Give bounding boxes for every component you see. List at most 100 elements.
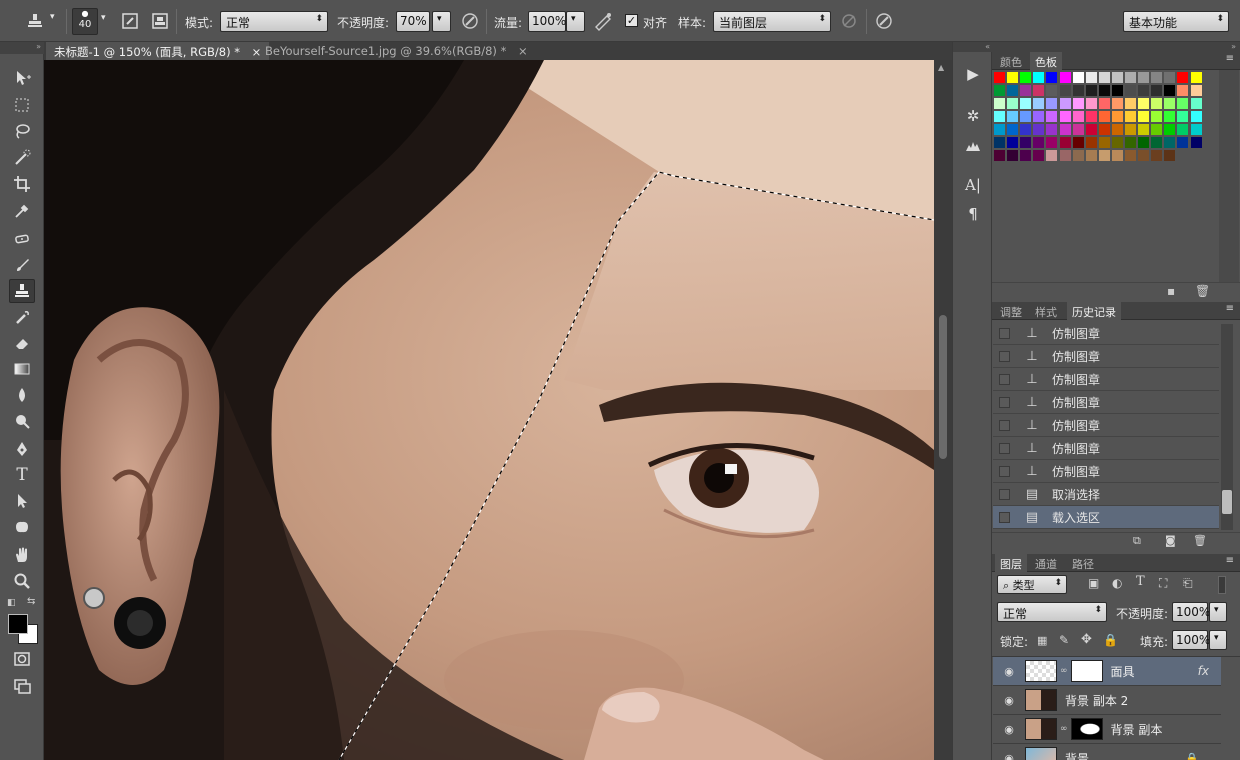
color-swatch[interactable] — [1046, 98, 1058, 109]
history-brush-source-checkbox[interactable] — [999, 511, 1010, 523]
color-swatch[interactable] — [1007, 85, 1019, 96]
color-swatch[interactable] — [1020, 150, 1032, 161]
new-snapshot-icon[interactable]: ◙ — [1165, 534, 1176, 547]
eyedropper-tool-icon[interactable] — [9, 199, 35, 223]
pen-tool-icon[interactable] — [9, 437, 35, 461]
filter-smart-object-icon[interactable]: ⎗ — [1183, 576, 1193, 591]
color-swatch[interactable] — [1190, 124, 1202, 135]
sample-select[interactable]: 当前图层 ⬍ — [713, 11, 831, 32]
crop-tool-icon[interactable] — [9, 172, 35, 196]
swap-colors-icon[interactable]: ⇆ — [27, 596, 35, 607]
layer-mask-thumbnail[interactable] — [1070, 660, 1103, 682]
color-swatch[interactable] — [1007, 111, 1019, 122]
color-swatch[interactable] — [1111, 98, 1123, 109]
color-swatch[interactable] — [1033, 111, 1045, 122]
type-tool-icon[interactable]: T — [9, 463, 35, 487]
color-swatch[interactable] — [1033, 124, 1045, 135]
default-colors-icon[interactable]: ◧ — [7, 598, 16, 608]
color-swatch[interactable] — [1138, 85, 1150, 96]
tab-styles[interactable]: 样式 — [1030, 302, 1062, 320]
color-swatch[interactable] — [1046, 85, 1058, 96]
layer-effects-icon[interactable]: fx — [1198, 664, 1209, 678]
color-swatch[interactable] — [1085, 85, 1097, 96]
color-swatch[interactable] — [1151, 72, 1163, 83]
color-swatch[interactable] — [1020, 98, 1032, 109]
delete-state-icon[interactable]: 🗑 — [1193, 534, 1207, 547]
color-swatch[interactable] — [1177, 137, 1189, 148]
clone-stamp-tool-icon[interactable] — [9, 279, 35, 303]
brush-panel-toggle-icon[interactable] — [119, 10, 141, 32]
color-swatch[interactable] — [1033, 85, 1045, 96]
color-swatch[interactable] — [1085, 137, 1097, 148]
document-tab-inactive[interactable]: BeYourself-Source1.jpg @ 39.6%(RGB/8) * … — [257, 42, 536, 60]
tab-swatches[interactable]: 色板 — [1030, 52, 1062, 70]
color-swatch[interactable] — [1046, 72, 1058, 83]
scroll-up-icon[interactable]: ▲ — [938, 63, 944, 72]
color-swatch[interactable] — [1164, 137, 1176, 148]
color-swatch[interactable] — [1020, 85, 1032, 96]
hand-tool-icon[interactable] — [9, 543, 35, 567]
color-swatch[interactable] — [1033, 150, 1045, 161]
color-swatch[interactable] — [1085, 98, 1097, 109]
color-swatch[interactable] — [994, 85, 1005, 96]
layer-row[interactable]: ◉ ∞ 面具 fx — [993, 657, 1221, 686]
color-swatch[interactable] — [1151, 111, 1163, 122]
color-swatch[interactable] — [1151, 150, 1163, 161]
history-scrollbar-thumb[interactable] — [1222, 490, 1232, 514]
color-swatch[interactable] — [1072, 111, 1084, 122]
color-swatch[interactable] — [1138, 124, 1150, 135]
mask-link-icon[interactable]: ∞ — [1060, 666, 1068, 676]
history-brush-source-checkbox[interactable] — [999, 373, 1010, 385]
color-swatch[interactable] — [1111, 72, 1123, 83]
scrollbar-thumb[interactable] — [939, 315, 947, 459]
color-swatch[interactable] — [1046, 137, 1058, 148]
color-swatch[interactable] — [1098, 150, 1110, 161]
color-swatch[interactable] — [1125, 85, 1136, 96]
dodge-tool-icon[interactable] — [9, 409, 35, 433]
color-swatch[interactable] — [1138, 150, 1150, 161]
color-swatch[interactable] — [1098, 72, 1110, 83]
color-swatch[interactable] — [1177, 98, 1189, 109]
color-swatch[interactable] — [1177, 124, 1189, 135]
ignore-adjustment-layers-icon[interactable] — [838, 10, 860, 32]
gradient-tool-icon[interactable] — [9, 357, 35, 381]
swatch-scrollbar[interactable] — [1219, 70, 1239, 282]
color-swatch[interactable] — [1072, 124, 1084, 135]
color-swatch[interactable] — [1125, 150, 1136, 161]
clone-source-icon[interactable] — [961, 134, 985, 158]
color-swatch[interactable] — [1190, 85, 1202, 96]
visibility-eye-icon[interactable]: ◉ — [1000, 723, 1018, 736]
color-swatch[interactable] — [1164, 98, 1176, 109]
layer-row[interactable]: ◉ ∞ 背景 副本 — [993, 715, 1221, 744]
panel-menu-icon[interactable]: ≡ — [1226, 53, 1234, 64]
color-swatch[interactable] — [1059, 111, 1071, 122]
layer-mask-thumbnail[interactable] — [1070, 718, 1103, 740]
color-swatch[interactable] — [1125, 72, 1136, 83]
color-swatch[interactable] — [1059, 72, 1071, 83]
mode-select[interactable]: 正常 ⬍ — [220, 11, 328, 32]
history-brush-source-checkbox[interactable] — [999, 465, 1010, 477]
move-tool-icon[interactable] — [9, 66, 35, 90]
color-swatch[interactable] — [1033, 137, 1045, 148]
color-swatch[interactable] — [994, 150, 1005, 161]
zoom-tool-icon[interactable] — [9, 569, 35, 593]
history-brush-source-checkbox[interactable] — [999, 419, 1010, 431]
brush-tool-icon[interactable] — [9, 253, 35, 277]
color-swatch[interactable] — [1033, 72, 1045, 83]
color-swatch[interactable] — [994, 124, 1005, 135]
flow-input[interactable]: 100% — [528, 11, 566, 32]
color-swatch[interactable] — [1085, 124, 1097, 135]
lock-all-icon[interactable]: 🔒 — [1103, 633, 1118, 647]
vertical-scrollbar[interactable]: ▲ — [934, 60, 952, 760]
eraser-tool-icon[interactable] — [9, 331, 35, 355]
marquee-tool-icon[interactable] — [9, 93, 35, 117]
character-panel-icon[interactable]: A| — [961, 173, 985, 197]
color-swatch[interactable] — [1098, 124, 1110, 135]
visibility-eye-icon[interactable]: ◉ — [1000, 694, 1018, 707]
color-swatch[interactable] — [994, 111, 1005, 122]
lasso-tool-icon[interactable] — [9, 119, 35, 143]
visibility-eye-icon[interactable]: ◉ — [1000, 752, 1018, 760]
pressure-size-icon[interactable] — [873, 10, 895, 32]
color-swatch[interactable] — [1098, 137, 1110, 148]
image-canvas[interactable] — [44, 60, 934, 760]
